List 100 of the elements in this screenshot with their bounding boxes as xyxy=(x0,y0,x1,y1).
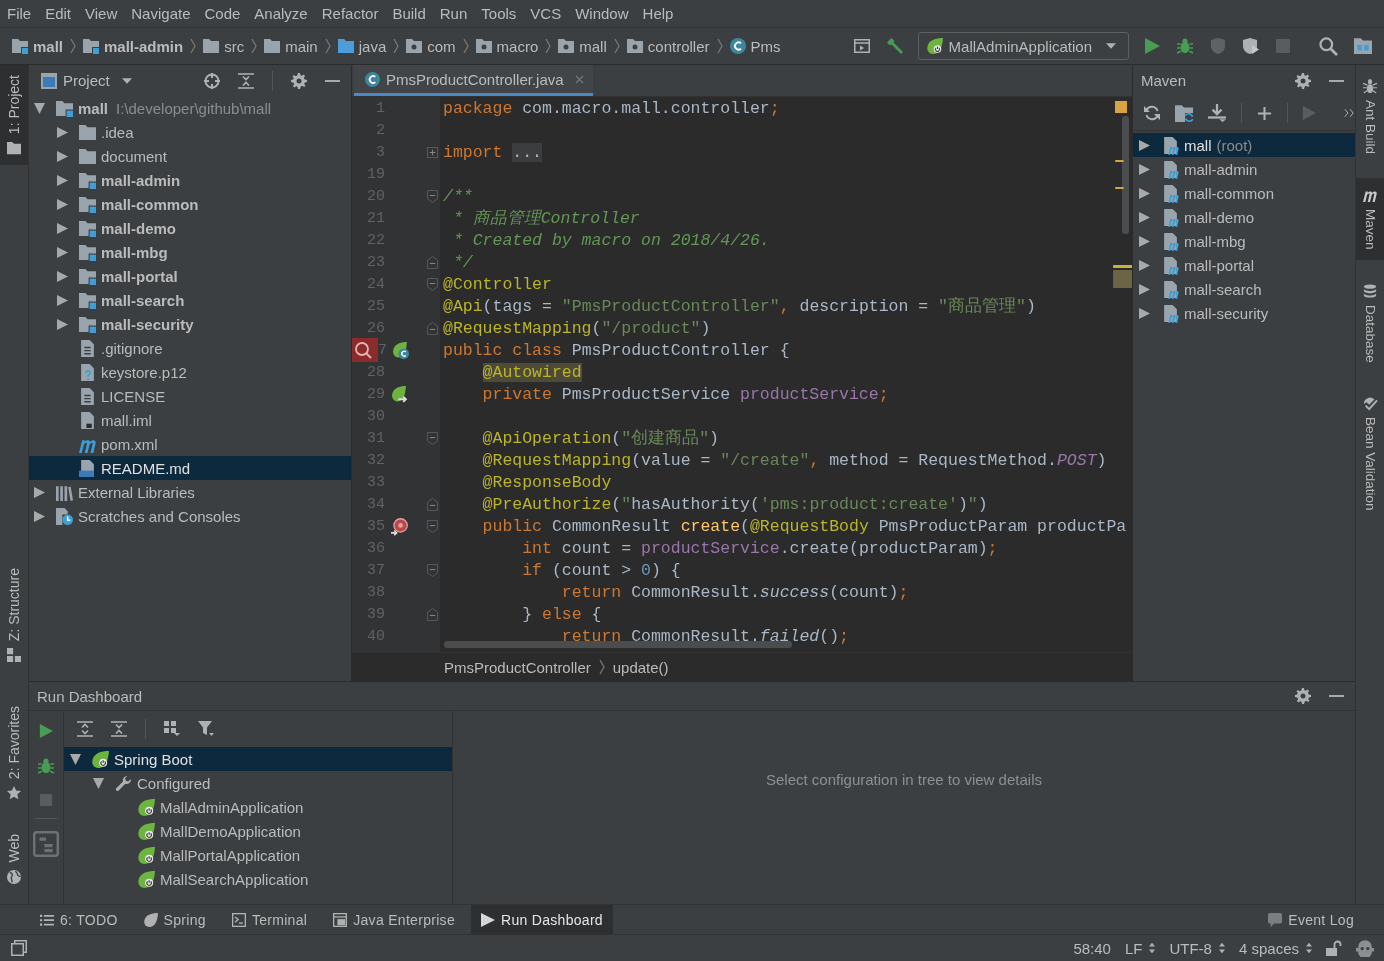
tool-window-tab[interactable]: Z: Structure xyxy=(0,558,28,673)
collapsed-arrow-icon[interactable] xyxy=(1139,235,1150,247)
open-lock-icon[interactable] xyxy=(1326,940,1342,956)
double-chevron-icon[interactable] xyxy=(1343,107,1355,119)
shield-play-icon[interactable] xyxy=(1243,38,1259,54)
scrollbar-thumb[interactable] xyxy=(444,641,792,648)
minimize-icon[interactable] xyxy=(325,79,340,82)
breadcrumb[interactable]: update() xyxy=(612,658,669,676)
breadcrumb[interactable]: macro xyxy=(475,37,539,55)
collapsed-arrow-icon[interactable] xyxy=(57,294,68,306)
tree-item[interactable]: mall-search xyxy=(1139,277,1262,301)
menu-item[interactable]: Help xyxy=(635,1,681,26)
leaf-arrow-icon[interactable] xyxy=(390,385,408,403)
menu-item[interactable]: Run xyxy=(432,1,475,26)
menu-item[interactable]: VCS xyxy=(523,1,569,26)
tree-item[interactable]: mall-demo xyxy=(1139,205,1255,229)
tree-item[interactable]: mall-security xyxy=(1139,301,1269,325)
breadcrumb[interactable]: mall xyxy=(558,37,607,55)
fold-end-icon[interactable] xyxy=(427,497,438,511)
tool-window-button[interactable]: Terminal xyxy=(221,905,318,934)
tool-window-button[interactable]: 6: TODO xyxy=(30,905,128,934)
plus-icon[interactable] xyxy=(1256,105,1272,121)
fold-start-icon[interactable] xyxy=(427,277,438,291)
menu-item[interactable]: Window xyxy=(568,1,636,26)
collapsed-arrow-icon[interactable] xyxy=(57,126,68,138)
tree-item[interactable]: .idea xyxy=(57,120,134,144)
run-icon[interactable] xyxy=(1144,38,1160,54)
filter-icon[interactable] xyxy=(198,721,214,737)
expanded-arrow-icon[interactable] xyxy=(70,753,81,765)
collapsed-arrow-icon[interactable] xyxy=(34,486,45,498)
collapsed-arrow-icon[interactable] xyxy=(57,174,68,186)
collapsed-arrow-icon[interactable] xyxy=(57,222,68,234)
collapsed-arrow-icon[interactable] xyxy=(1139,139,1150,151)
tree-item[interactable]: keystore.p12 xyxy=(57,360,187,384)
close-icon[interactable] xyxy=(574,74,584,84)
crosshair-icon[interactable] xyxy=(204,72,220,89)
debug-icon[interactable] xyxy=(1177,38,1193,54)
tree-item[interactable]: mall-mbg xyxy=(1139,229,1246,253)
folder-refresh-icon[interactable] xyxy=(1175,104,1193,122)
tree-item[interactable]: mall (root) xyxy=(1133,133,1355,157)
collapsed-arrow-icon[interactable] xyxy=(34,510,45,522)
breadcrumb[interactable]: mall xyxy=(12,37,63,55)
stacked-squares-icon[interactable] xyxy=(11,940,27,956)
menu-item[interactable]: View xyxy=(78,1,125,26)
tree-item[interactable]: mall-admin xyxy=(57,168,181,192)
tree-item[interactable]: mall-portal xyxy=(1139,253,1255,277)
settings-icon[interactable] xyxy=(291,72,307,89)
fold-start-icon[interactable] xyxy=(427,431,438,445)
collapsed-arrow-icon[interactable] xyxy=(1139,163,1150,175)
robot-face-icon[interactable] xyxy=(1356,939,1374,957)
tool-window-button[interactable]: Run Dashboard xyxy=(471,905,613,934)
menu-item[interactable]: Refactor xyxy=(314,1,386,26)
tool-window-tab[interactable]: Maven xyxy=(1356,178,1384,260)
breadcrumb[interactable]: mall-admin xyxy=(83,37,184,55)
menu-item[interactable]: Edit xyxy=(38,1,79,26)
tree-item[interactable]: mall-search xyxy=(57,288,185,312)
tool-window-button[interactable]: Java Enterprise xyxy=(323,905,465,934)
tree-item[interactable]: Configured xyxy=(93,771,211,795)
expanded-arrow-icon[interactable] xyxy=(93,777,104,789)
tool-window-button[interactable]: Event Log xyxy=(1258,905,1364,934)
settings-icon[interactable] xyxy=(1295,688,1311,704)
editor-tab[interactable]: PmsProductController.java xyxy=(354,65,593,96)
hammer-icon[interactable] xyxy=(886,38,903,54)
download-icon[interactable] xyxy=(1208,104,1226,122)
tree-item[interactable]: pom.xml xyxy=(57,432,158,456)
breadcrumb[interactable]: src xyxy=(203,37,245,55)
tree-item[interactable]: README.md xyxy=(29,456,351,480)
collapse-all-icon[interactable] xyxy=(111,721,127,737)
tree-item[interactable]: Scratches and Consoles xyxy=(34,504,241,528)
menu-item[interactable]: Analyze xyxy=(247,1,315,26)
collapsed-arrow-icon[interactable] xyxy=(57,318,68,330)
tree-item[interactable]: MallDemoApplication xyxy=(116,819,301,843)
status-widget[interactable]: LF xyxy=(1124,939,1156,957)
fold-start-icon[interactable] xyxy=(427,519,438,533)
fold-end-icon[interactable] xyxy=(427,321,438,335)
menu-item[interactable]: Navigate xyxy=(124,1,198,26)
view-dropdown[interactable]: Project xyxy=(41,72,132,89)
menu-item[interactable]: File xyxy=(0,1,39,26)
collapsed-arrow-icon[interactable] xyxy=(1139,307,1150,319)
collapse-all-icon[interactable] xyxy=(238,72,254,89)
status-widget[interactable]: UTF-8 xyxy=(1169,939,1225,957)
collapsed-arrow-icon[interactable] xyxy=(57,198,68,210)
breadcrumb[interactable]: java xyxy=(337,37,387,55)
tree-item[interactable]: mall-mbg xyxy=(57,240,168,264)
status-widget[interactable]: 4 spaces xyxy=(1238,939,1312,957)
tool-window-tab[interactable]: 2: Favorites xyxy=(0,696,28,811)
breadcrumb[interactable]: PmsProductController xyxy=(444,658,591,676)
breadcrumb[interactable]: main xyxy=(264,37,318,55)
tree-item[interactable]: mall.iml xyxy=(57,408,152,432)
tool-window-tab[interactable]: Web xyxy=(0,824,28,894)
tree-item[interactable]: mall-common xyxy=(57,192,199,216)
breadcrumb[interactable]: com xyxy=(406,37,456,55)
refresh-icon[interactable] xyxy=(1144,105,1160,121)
window-play-icon[interactable] xyxy=(853,38,870,54)
collapsed-arrow-icon[interactable] xyxy=(57,270,68,282)
tree-item[interactable]: MallAdminApplication xyxy=(116,795,304,819)
run-icon[interactable] xyxy=(39,724,53,738)
tree-item[interactable]: MallSearchApplication xyxy=(116,867,309,891)
tree-item[interactable]: mall-admin xyxy=(1139,157,1258,181)
fold-end-icon[interactable] xyxy=(427,607,438,621)
